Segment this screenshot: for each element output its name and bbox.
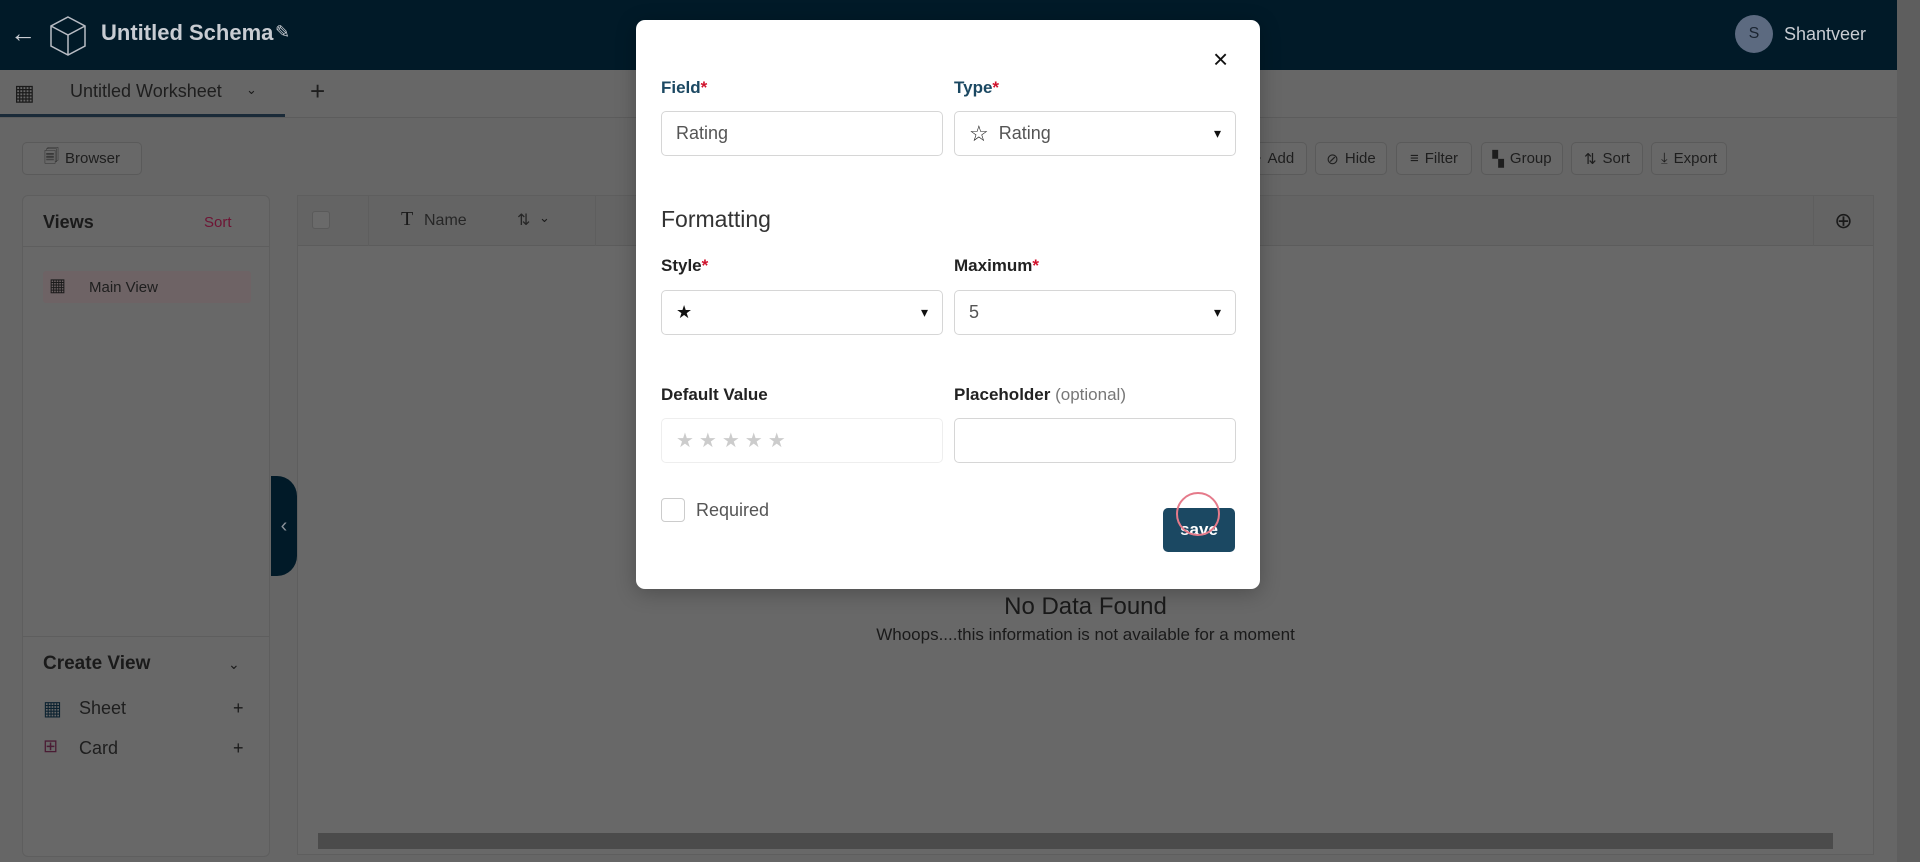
field-label: Field* <box>661 78 708 97</box>
views-title: Views <box>43 212 94 232</box>
browser-button[interactable]: 🗐 Browser <box>22 142 142 175</box>
divider <box>23 636 269 637</box>
tab-untitled-worksheet[interactable]: ▦ Untitled Worksheet ⌄ <box>0 70 285 117</box>
create-view-title: Create View <box>43 653 151 674</box>
grid-icon: ▦ <box>49 275 67 295</box>
text-type-icon: T <box>401 208 414 230</box>
horizontal-scrollbar[interactable] <box>318 833 1833 849</box>
empty-title: No Data Found <box>1004 593 1167 620</box>
browser-icon: 🗐 <box>43 148 59 165</box>
star-icons: ★★★★★ <box>676 430 791 452</box>
chevron-down-icon[interactable]: ⌄ <box>246 82 257 98</box>
export-button[interactable]: ⤓ Export <box>1651 142 1727 175</box>
divider <box>23 246 269 247</box>
type-value: Rating <box>998 123 1051 143</box>
hide-button[interactable]: ⊘ Hide <box>1315 142 1387 175</box>
create-sheet-view[interactable]: ▦ Sheet + <box>43 696 253 726</box>
empty-text: Whoops....this information is not availa… <box>876 625 1295 644</box>
download-icon: ⤓ <box>1661 150 1668 167</box>
sort-icon: ⇅ <box>1583 150 1597 168</box>
eye-off-icon: ⊘ <box>1326 150 1339 168</box>
vertical-scrollbar[interactable] <box>1897 0 1920 862</box>
style-select[interactable]: ★ ▾ <box>661 290 943 335</box>
save-button[interactable]: save <box>1163 508 1235 552</box>
avatar[interactable]: S <box>1735 15 1773 53</box>
chevron-down-icon: ▾ <box>1213 125 1221 141</box>
required-checkbox[interactable] <box>661 498 685 522</box>
field-settings-modal: × Field* Type* Rating ☆ Rating ▾ Formattin… <box>636 20 1260 589</box>
select-all-checkbox[interactable] <box>312 211 330 229</box>
filter-icon: ≡ <box>1409 150 1419 167</box>
star-outline-icon: ☆ <box>969 120 989 146</box>
back-arrow-icon[interactable]: ← <box>10 18 36 49</box>
maximum-select[interactable]: 5 ▾ <box>954 290 1236 335</box>
plus-icon[interactable]: + <box>233 698 244 719</box>
view-item-main-view[interactable]: ▦ Main View <box>43 271 251 303</box>
hide-label: Hide <box>1344 150 1376 167</box>
group-label: Group <box>1509 150 1552 167</box>
maximum-value: 5 <box>969 302 980 322</box>
add-label: Add <box>1267 150 1295 167</box>
chevron-down-icon[interactable]: ⌄ <box>539 210 550 226</box>
sheet-label: Sheet <box>79 698 127 718</box>
collapse-sidebar-button[interactable]: ‹ <box>271 476 297 576</box>
filter-button[interactable]: ≡ Filter <box>1396 142 1472 175</box>
close-icon[interactable]: × <box>1213 44 1228 75</box>
sort-icon[interactable]: ⇅ <box>517 210 530 230</box>
plus-icon[interactable]: + <box>233 738 244 759</box>
column-header-name[interactable]: T Name ⇅ ⌄ <box>368 196 596 246</box>
maximum-label: Maximum* <box>954 256 1040 275</box>
views-sort-link[interactable]: Sort <box>204 214 232 231</box>
view-item-label: Main View <box>89 279 158 296</box>
filter-label: Filter <box>1424 150 1459 167</box>
style-label: Style* <box>661 256 709 275</box>
sort-button[interactable]: ⇅ Sort <box>1571 142 1643 175</box>
chevron-down-icon: ▾ <box>920 304 928 320</box>
card-grid-icon: ⊞ <box>43 736 59 756</box>
field-value: Rating <box>676 123 729 143</box>
plus-circle-icon: ⊕ <box>1834 208 1853 233</box>
style-value: ★ <box>676 302 693 322</box>
sort-label: Sort <box>1602 150 1631 167</box>
browser-label: Browser <box>64 150 120 167</box>
add-column-button[interactable]: ⊕ <box>1813 196 1873 246</box>
placeholder-label: Placeholder (optional) <box>954 385 1126 404</box>
group-icon: ▚ <box>1492 150 1504 168</box>
chevron-down-icon[interactable]: ⌄ <box>228 656 240 673</box>
edit-pencil-icon[interactable]: ✎ <box>275 22 290 43</box>
grid-icon: ▦ <box>14 80 35 105</box>
type-select[interactable]: ☆ Rating ▾ <box>954 111 1236 156</box>
schema-title: Untitled Schema <box>101 20 274 45</box>
placeholder-input[interactable] <box>954 418 1236 463</box>
formatting-heading: Formatting <box>661 206 771 232</box>
default-value-label: Default Value <box>661 385 768 404</box>
grid-icon: ▦ <box>43 698 62 720</box>
required-label: Required <box>696 500 770 520</box>
group-button[interactable]: ▚ Group <box>1481 142 1563 175</box>
add-tab-button[interactable]: + <box>310 76 325 107</box>
user-name[interactable]: Shantveer <box>1784 24 1866 45</box>
type-label: Type* <box>954 78 1000 97</box>
schema-cube-icon <box>50 16 86 56</box>
tab-label: Untitled Worksheet <box>70 81 222 101</box>
column-name-label: Name <box>424 212 467 229</box>
create-card-view[interactable]: ⊞ Card + <box>43 736 253 766</box>
chevron-left-icon: ‹ <box>280 514 288 537</box>
card-label: Card <box>79 738 119 758</box>
default-rating-stars[interactable]: ★★★★★ <box>661 418 943 463</box>
export-label: Export <box>1673 150 1717 167</box>
chevron-down-icon: ▾ <box>1213 304 1221 320</box>
views-panel: Views Sort ▦ Main View Create View ⌄ ▦ S… <box>22 195 270 857</box>
field-name-input[interactable]: Rating <box>661 111 943 156</box>
